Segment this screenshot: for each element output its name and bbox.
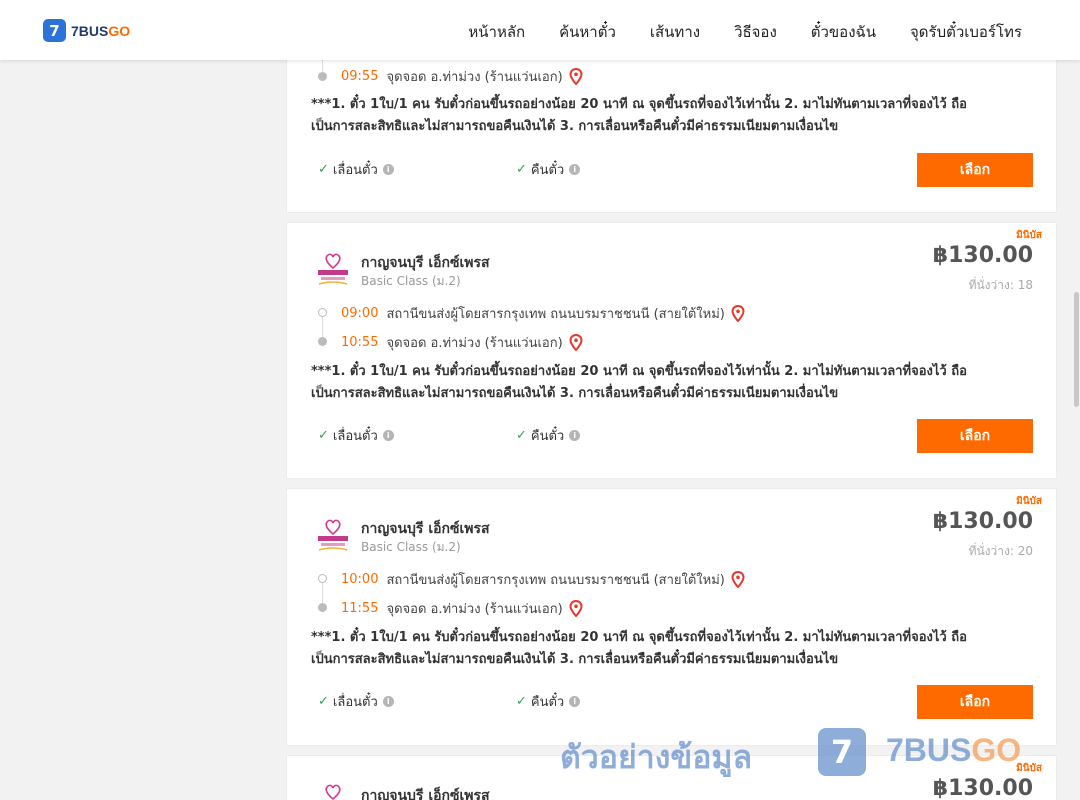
ticket-price: ฿130.00 xyxy=(932,243,1033,268)
operator-name: กาญจนบุรี เอ็กซ์เพรส xyxy=(361,788,490,800)
bus-class: Basic Class (ม.2) xyxy=(361,540,461,554)
operator-name: กาญจนบุรี เอ็กซ์เพรส xyxy=(361,255,490,271)
nav-how-to-book[interactable]: วิธีจอง xyxy=(734,20,777,44)
page-scrollbar[interactable] xyxy=(1073,60,1080,800)
arrival-stop: 11:55 จุดจอด อ.ท่าม่วง (ร้านแว่นเอก) xyxy=(341,598,583,619)
check-icon: ✓ xyxy=(318,162,329,177)
main-nav: หน้าหลัก ค้นหาตั๋ว เส้นทาง วิธีจอง ตั๋วข… xyxy=(468,20,1022,44)
arrival-place: จุดจอด อ.ท่าม่วง (ร้านแว่นเอก) xyxy=(386,602,563,617)
logo-wordmark: 7BUSGO xyxy=(71,22,131,39)
nav-routes[interactable]: เส้นทาง xyxy=(650,20,700,44)
seats-available: ที่นั่งว่าง: 20 xyxy=(968,544,1033,558)
departure-dot xyxy=(318,574,327,583)
info-icon[interactable]: i xyxy=(382,696,394,707)
ticket-policy: ***1. ตั๋ว 1ใบ/1 คน รับตั๋วก่อนขึ้นรถอย่… xyxy=(311,97,967,134)
location-pin-icon[interactable] xyxy=(569,600,583,617)
ticket-price: ฿130.00 xyxy=(932,776,1033,800)
bus-class: Basic Class (ม.2) xyxy=(361,274,461,288)
ticket-price: ฿130.00 xyxy=(932,509,1033,534)
arrival-dot xyxy=(318,603,327,612)
check-icon: ✓ xyxy=(516,428,527,443)
departure-stop: 10:00 สถานีขนส่งผู้โดยสารกรุงเทพ ถนนบรมร… xyxy=(341,569,745,590)
arrival-time: 10:55 xyxy=(341,335,379,350)
trip-card: มินิบัส กาญจนบุรี เอ็กซ์เพรส Basic Class… xyxy=(286,222,1057,479)
arrival-dot xyxy=(318,72,327,81)
check-icon: ✓ xyxy=(516,162,527,177)
operator-logo xyxy=(325,784,341,800)
info-icon[interactable]: i xyxy=(382,164,394,175)
departure-time: 10:00 xyxy=(341,572,379,587)
scrollbar-thumb[interactable] xyxy=(1074,292,1079,407)
watermark-text: ตัวอย่างข้อมูล xyxy=(560,738,753,776)
nav-my-tickets[interactable]: ตั๋วของฉัน xyxy=(811,20,876,44)
nav-search-ticket[interactable]: ค้นหาตั๋ว xyxy=(559,20,616,44)
info-icon[interactable]: i xyxy=(382,430,394,441)
perk-change-ticket: ✓ เลื่อนตั๋ว i xyxy=(318,691,394,712)
info-icon[interactable]: i xyxy=(569,164,581,175)
info-icon[interactable]: i xyxy=(569,430,581,441)
site-logo[interactable]: 7 7BUSGO xyxy=(43,19,130,42)
watermark-wordmark: 7BUSGO xyxy=(886,732,1022,768)
departure-dot xyxy=(318,308,327,317)
departure-stop: 09:00 สถานีขนส่งผู้โดยสารกรุงเทพ ถนนบรมร… xyxy=(341,303,745,324)
location-pin-icon[interactable] xyxy=(731,305,745,322)
arrival-time: 11:55 xyxy=(341,601,379,616)
nav-home[interactable]: หน้าหลัก xyxy=(468,20,525,44)
arrival-stop: 10:55 จุดจอด อ.ท่าม่วง (ร้านแว่นเอก) xyxy=(341,332,583,353)
vehicle-type-tag: มินิบัส xyxy=(1016,230,1042,241)
check-icon: ✓ xyxy=(516,694,527,709)
perk-change-ticket: ✓ เลื่อนตั๋ว i xyxy=(318,159,394,180)
check-icon: ✓ xyxy=(318,694,329,709)
departure-place: สถานีขนส่งผู้โดยสารกรุงเทพ ถนนบรมราชชนนี… xyxy=(386,307,725,322)
operator-logo xyxy=(318,253,348,285)
location-pin-icon[interactable] xyxy=(569,334,583,351)
info-icon[interactable]: i xyxy=(569,696,581,707)
select-trip-button[interactable]: เลือก xyxy=(917,419,1033,453)
top-navigation-bar: 7 7BUSGO หน้าหลัก ค้นหาตั๋ว เส้นทาง วิธี… xyxy=(0,0,1080,60)
ticket-policy: ***1. ตั๋ว 1ใบ/1 คน รับตั๋วก่อนขึ้นรถอย่… xyxy=(311,364,967,401)
arrival-time: 09:55 xyxy=(341,69,379,84)
vehicle-type-tag: มินิบัส xyxy=(1016,496,1042,507)
departure-place: สถานีขนส่งผู้โดยสารกรุงเทพ ถนนบรมราชชนนี… xyxy=(386,573,725,588)
operator-logo xyxy=(318,519,348,551)
arrival-place: จุดจอด อ.ท่าม่วง (ร้านแว่นเอก) xyxy=(386,70,563,85)
trip-card: 09:55 จุดจอด อ.ท่าม่วง (ร้านแว่นเอก) ***… xyxy=(286,40,1057,213)
perk-change-ticket: ✓ เลื่อนตั๋ว i xyxy=(318,425,394,446)
perk-refund-ticket: ✓ คืนตั๋ว i xyxy=(516,159,581,180)
departure-time: 09:00 xyxy=(341,306,379,321)
location-pin-icon[interactable] xyxy=(569,68,583,85)
nav-pickup-points[interactable]: จุดรับตั๋วเบอร์โทร xyxy=(910,20,1022,44)
trip-card: มินิบัส กาญจนบุรี เอ็กซ์เพรส Basic Class… xyxy=(286,488,1057,746)
ticket-policy: ***1. ตั๋ว 1ใบ/1 คน รับตั๋วก่อนขึ้นรถอย่… xyxy=(311,630,967,667)
perk-refund-ticket: ✓ คืนตั๋ว i xyxy=(516,425,581,446)
arrival-stop: 09:55 จุดจอด อ.ท่าม่วง (ร้านแว่นเอก) xyxy=(341,66,583,87)
arrival-dot xyxy=(318,337,327,346)
operator-name: กาญจนบุรี เอ็กซ์เพรส xyxy=(361,521,490,537)
perk-refund-ticket: ✓ คืนตั๋ว i xyxy=(516,691,581,712)
watermark-logo-icon: 7 xyxy=(818,728,866,776)
check-icon: ✓ xyxy=(318,428,329,443)
arrival-place: จุดจอด อ.ท่าม่วง (ร้านแว่นเอก) xyxy=(386,336,563,351)
sample-data-watermark: ตัวอย่างข้อมูล 7 7BUSGO xyxy=(560,728,1022,778)
location-pin-icon[interactable] xyxy=(731,571,745,588)
logo-icon: 7 xyxy=(43,19,66,42)
seats-available: ที่นั่งว่าง: 18 xyxy=(968,278,1033,292)
select-trip-button[interactable]: เลือก xyxy=(917,685,1033,719)
select-trip-button[interactable]: เลือก xyxy=(917,153,1033,187)
